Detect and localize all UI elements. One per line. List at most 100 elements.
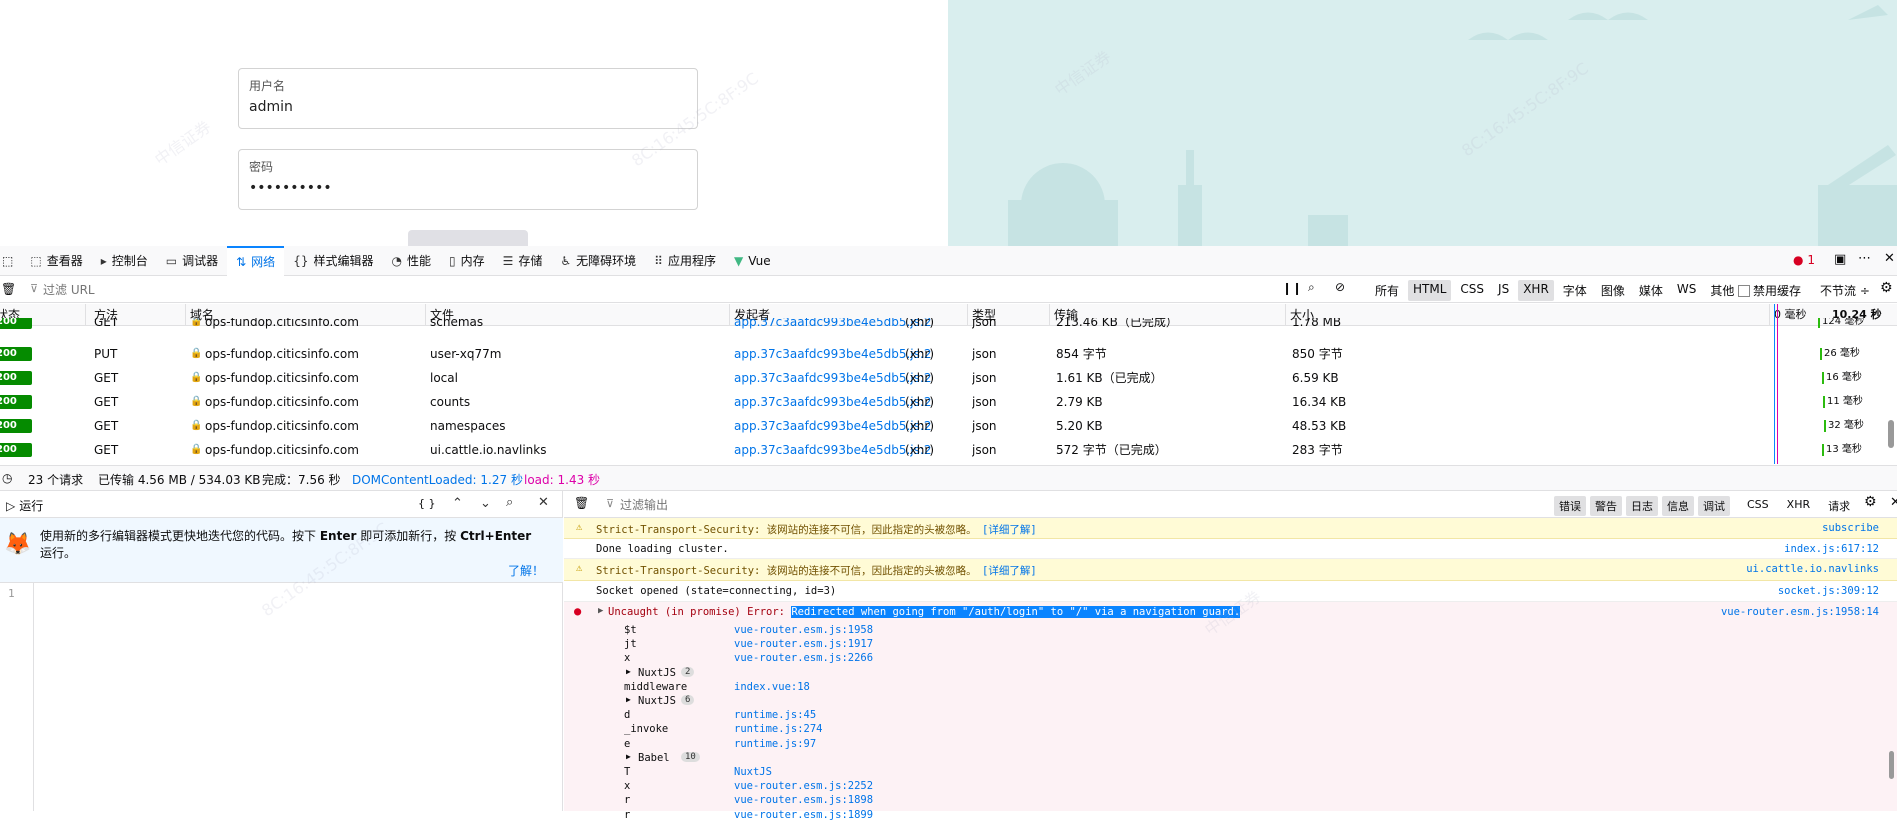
search-icon[interactable]: ⌕ bbox=[1308, 280, 1315, 295]
login-button[interactable] bbox=[408, 230, 528, 246]
learn-more-link[interactable]: 了解！ bbox=[508, 562, 544, 579]
filter-type-button[interactable]: JS bbox=[1493, 280, 1514, 301]
filter-type-button[interactable]: WS bbox=[1672, 280, 1701, 301]
log-level-button[interactable]: 日志 bbox=[1626, 496, 1658, 516]
network-scrollbar[interactable] bbox=[1888, 420, 1894, 448]
close-split-icon[interactable]: ✕ bbox=[1890, 495, 1897, 510]
reverse-search-icon[interactable]: ⌕ bbox=[506, 495, 513, 510]
network-row[interactable]: 200 GET 🔒ops-fundop.citicsinfo.com counts ap… bbox=[0, 390, 1880, 414]
run-button[interactable]: ▷ 运行 bbox=[6, 497, 43, 514]
tab-inspector[interactable]: ⬚ 查看器 bbox=[21, 246, 91, 276]
request-file: local bbox=[430, 371, 458, 385]
filter-type-button[interactable]: 字体 bbox=[1558, 280, 1592, 301]
pick-element-icon[interactable]: ⬚ bbox=[0, 246, 21, 276]
dock-icon[interactable]: ▣ bbox=[1834, 252, 1846, 267]
console-filter-button[interactable]: CSS bbox=[1742, 496, 1774, 516]
learn-more-link[interactable]: [详细了解] bbox=[982, 563, 1037, 578]
domcontentloaded-line bbox=[1774, 304, 1775, 464]
log-level-button[interactable]: 信息 bbox=[1662, 496, 1694, 516]
tab-performance[interactable]: ◔ 性能 bbox=[382, 246, 440, 276]
console-scrollbar[interactable] bbox=[1889, 751, 1894, 779]
learn-more-link[interactable]: [详细了解] bbox=[982, 522, 1037, 537]
clear-console-icon[interactable]: 🗑 bbox=[574, 496, 589, 510]
message-text: Strict-Transport-Security: 该网站的连接不可信，因此指… bbox=[596, 565, 977, 577]
tab-storage[interactable]: ☰ 存储 bbox=[494, 246, 552, 276]
error-count-indicator[interactable]: ● 1 bbox=[1793, 253, 1815, 267]
filter-icon: ⊽ bbox=[30, 282, 39, 295]
log-level-button[interactable]: 调试 bbox=[1698, 496, 1730, 516]
close-icon[interactable]: ✕ bbox=[1884, 251, 1895, 266]
filter-type-button[interactable]: CSS bbox=[1455, 280, 1489, 301]
tab-style-editor[interactable]: {} 样式编辑器 bbox=[284, 246, 382, 276]
disable-cache-checkbox[interactable] bbox=[1738, 284, 1750, 297]
console-filter-button[interactable]: XHR bbox=[1782, 496, 1815, 516]
stack-group-name[interactable]: NuxtJS bbox=[638, 667, 676, 679]
filter-type-button[interactable]: 其他 bbox=[1705, 280, 1739, 301]
history-prev-icon[interactable]: ⌃ bbox=[452, 496, 463, 511]
tab-memory[interactable]: ▯ 内存 bbox=[440, 246, 494, 276]
stack-frame-link[interactable]: vue-router.esm.js:1899 bbox=[734, 809, 873, 821]
waterfall-bar bbox=[1824, 420, 1826, 432]
expand-group-icon[interactable]: ▶ bbox=[626, 752, 631, 761]
request-transferred: 1.61 KB（已完成） bbox=[1056, 371, 1163, 385]
block-icon[interactable]: ⊘ bbox=[1335, 280, 1345, 294]
filter-type-button[interactable]: XHR bbox=[1518, 280, 1554, 301]
stack-frame-link[interactable]: runtime.js:274 bbox=[734, 723, 823, 735]
more-options-icon[interactable]: ⋯ bbox=[1858, 251, 1871, 266]
tab-debugger[interactable]: ▭ 调试器 bbox=[157, 246, 227, 276]
password-field[interactable]: 密码 •••••••••• bbox=[238, 149, 698, 210]
throttle-select[interactable]: 不节流 ÷ bbox=[1820, 282, 1870, 299]
network-row[interactable]: 200 GET 🔒ops-fundop.citicsinfo.com ui.cattl… bbox=[0, 438, 1880, 462]
disable-cache-toggle[interactable]: 禁用缓存 bbox=[1738, 282, 1801, 299]
stack-frame-link[interactable]: vue-router.esm.js:2266 bbox=[734, 652, 873, 664]
stack-frame-fn: x bbox=[624, 780, 631, 793]
tab-network[interactable]: ⇅ 网络 bbox=[227, 245, 285, 276]
error-prefix: Uncaught (in promise) Error: bbox=[608, 606, 786, 618]
expand-group-icon[interactable]: ▶ bbox=[626, 667, 631, 676]
tab-console[interactable]: ▸ 控制台 bbox=[92, 246, 157, 276]
stack-frame-link[interactable]: vue-router.esm.js:1958 bbox=[734, 624, 873, 636]
message-source-link[interactable]: ui.cattle.io.navlinks bbox=[1746, 563, 1879, 575]
close-editor-icon[interactable]: ✕ bbox=[538, 495, 549, 510]
stack-frame-link[interactable]: vue-router.esm.js:1917 bbox=[734, 638, 873, 650]
filter-output-input[interactable] bbox=[620, 495, 1220, 514]
expand-arrow-icon[interactable]: ▶ bbox=[598, 606, 603, 616]
message-source-link[interactable]: index.js:617:12 bbox=[1784, 543, 1879, 555]
filter-type-button[interactable]: 所有 bbox=[1370, 280, 1404, 301]
code-input-area[interactable] bbox=[35, 583, 563, 811]
error-source-link[interactable]: vue-router.esm.js:1958:14 bbox=[1721, 606, 1879, 618]
settings-gear-icon[interactable]: ⚙ bbox=[1880, 280, 1893, 296]
filter-type-button[interactable]: 图像 bbox=[1596, 280, 1630, 301]
console-filter-button[interactable]: 请求 bbox=[1823, 496, 1855, 516]
stack-group-name[interactable]: Babel bbox=[638, 752, 670, 764]
message-source-link[interactable]: subscribe bbox=[1822, 522, 1879, 534]
history-next-icon[interactable]: ⌄ bbox=[480, 496, 491, 511]
stack-frame-link[interactable]: index.vue:18 bbox=[734, 681, 810, 693]
stack-group-name[interactable]: NuxtJS bbox=[638, 695, 676, 707]
log-level-button[interactable]: 警告 bbox=[1590, 496, 1622, 516]
stack-frame-link[interactable]: vue-router.esm.js:2252 bbox=[734, 780, 873, 792]
tab-accessibility[interactable]: ♿ 无障碍环境 bbox=[551, 246, 645, 276]
stack-frame-link[interactable]: NuxtJS bbox=[734, 766, 772, 778]
network-row[interactable]: 200 PUT 🔒ops-fundop.citicsinfo.com user-xq7… bbox=[0, 342, 1880, 366]
tab-application[interactable]: ⠿ 应用程序 bbox=[645, 246, 725, 276]
filter-url-input[interactable] bbox=[43, 280, 1273, 299]
network-row[interactable]: 200 GET 🔒ops-fundop.citicsinfo.com local app… bbox=[0, 366, 1880, 390]
stack-frame-link[interactable]: runtime.js:97 bbox=[734, 738, 816, 750]
filter-type-button[interactable]: HTML bbox=[1408, 280, 1452, 301]
username-field[interactable]: 用户名 admin bbox=[238, 68, 698, 129]
clear-icon[interactable]: 🗑 bbox=[1, 282, 16, 296]
console-settings-icon[interactable]: ⚙ bbox=[1864, 494, 1877, 510]
filter-type-button[interactable]: 媒体 bbox=[1634, 280, 1668, 301]
network-row[interactable]: 200 GET 🔒ops-fundop.citicsinfo.com schemas a… bbox=[0, 318, 1880, 334]
log-level-button[interactable]: 错误 bbox=[1554, 496, 1586, 516]
pretty-print-button[interactable]: { } bbox=[418, 497, 436, 510]
tab-vue[interactable]: ▼ Vue bbox=[725, 246, 780, 276]
stack-frame-link[interactable]: runtime.js:45 bbox=[734, 709, 816, 721]
stack-group-count: 6 bbox=[681, 695, 695, 705]
stack-frame-link[interactable]: vue-router.esm.js:1898 bbox=[734, 794, 873, 806]
message-source-link[interactable]: socket.js:309:12 bbox=[1778, 585, 1879, 597]
pause-icon[interactable]: ❙❙ bbox=[1282, 281, 1302, 295]
expand-group-icon[interactable]: ▶ bbox=[626, 695, 631, 704]
network-row[interactable]: 200 GET 🔒ops-fundop.citicsinfo.com namespac… bbox=[0, 414, 1880, 438]
